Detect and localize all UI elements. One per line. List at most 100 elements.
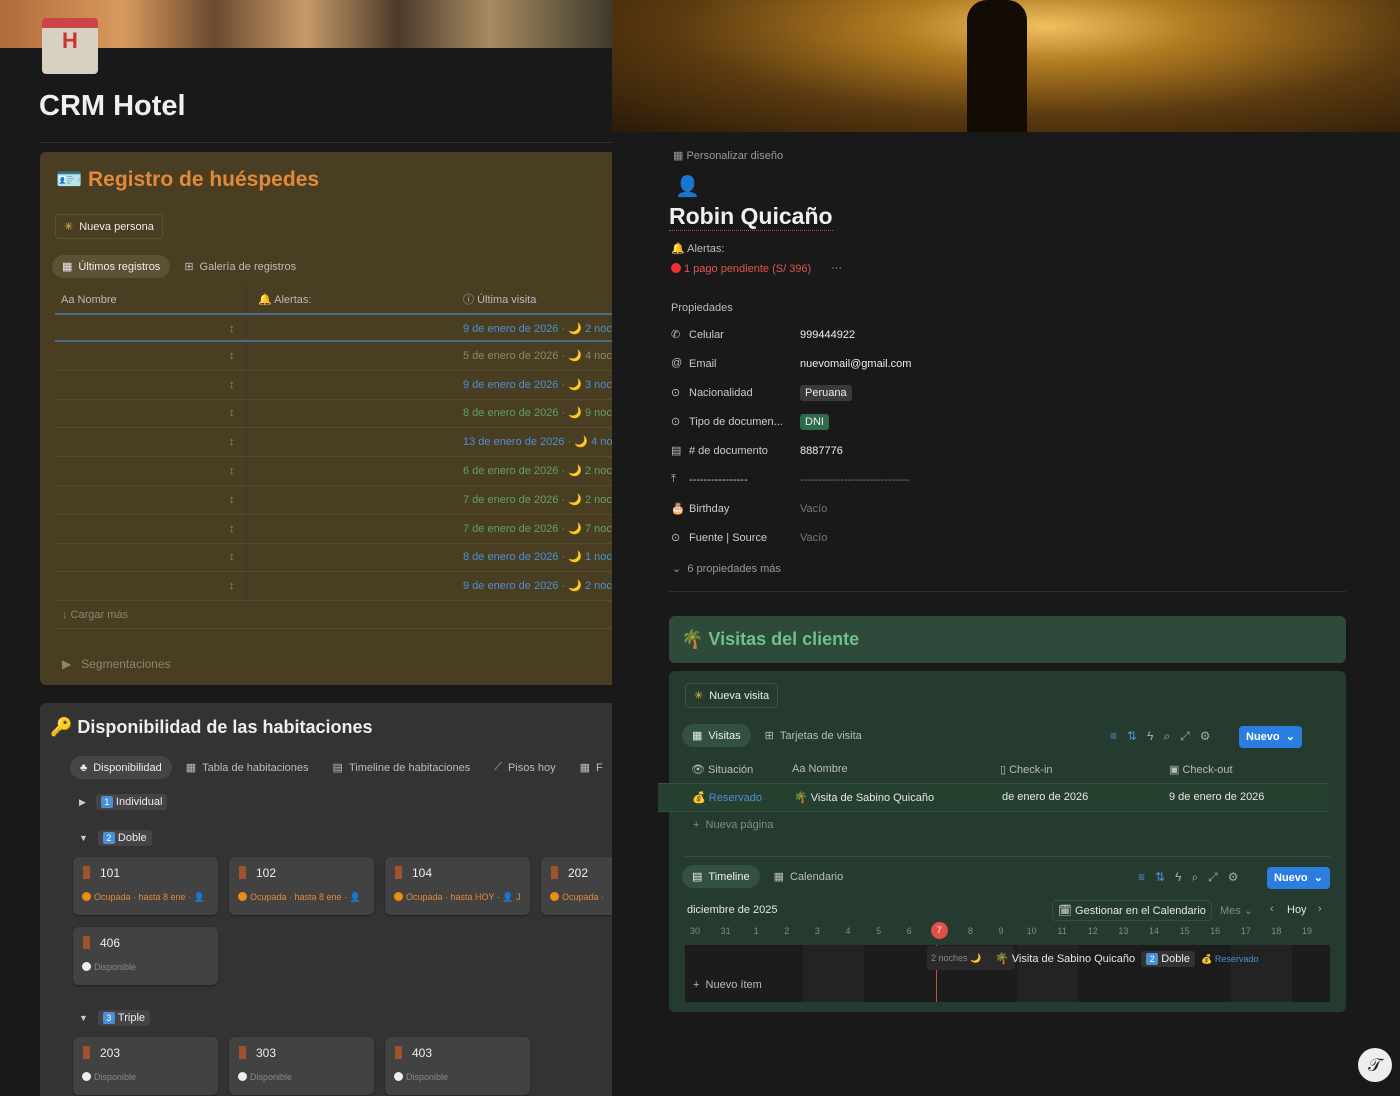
property-value[interactable]: ------------------------------ [800, 474, 910, 486]
alert-value[interactable]: 1 pago pendiente (S/ 396) [671, 263, 811, 275]
drag-handle[interactable]: ↕ [229, 572, 235, 600]
group-triple[interactable]: ▼ 3 Triple [79, 1010, 151, 1026]
checkout-cell[interactable]: 9 de enero de 2026 [1169, 791, 1264, 803]
drag-handle[interactable]: ↕ [229, 399, 235, 427]
property-row[interactable]: ⊙ Nacionalidad Peruana [612, 383, 1012, 405]
col-checkin[interactable]: ▯ Check-in [1000, 763, 1053, 776]
settings-icon[interactable]: ⚙ [1228, 870, 1239, 885]
today-button[interactable]: Hoy [1287, 904, 1307, 916]
checkin-cell[interactable]: de enero de 2026 [1002, 791, 1088, 803]
drag-handle[interactable]: ↕ [229, 371, 235, 399]
filter-icon[interactable]: ≡ [1138, 870, 1145, 885]
property-value[interactable]: 8887776 [800, 445, 843, 457]
table-row[interactable]: 👤 Dyando Gutierrez ↕ 1 pago pendiente (S… [55, 572, 612, 602]
room-card[interactable]: 403 Disponible [385, 1037, 530, 1095]
tab-visitas[interactable]: ▦ Visitas [682, 724, 751, 747]
tab-4[interactable]: ▦ F [570, 756, 612, 779]
segmentaciones-toggle[interactable]: ▶ Segmentaciones [62, 657, 171, 671]
nuevo-button[interactable]: Nuevo ⌄ [1267, 867, 1330, 889]
drag-handle[interactable]: ↕ [229, 342, 235, 370]
tab-1[interactable]: ▦ Tabla de habitaciones [176, 756, 319, 779]
table-row[interactable]: 👤 Robin Quicaño ↕ 1 pago pendiente (S/ 3… [55, 313, 612, 342]
sort-icon[interactable]: ⇅ [1155, 870, 1165, 885]
next-button[interactable]: › [1318, 903, 1322, 915]
tab-2[interactable]: ▤ Timeline de habitaciones [323, 756, 481, 779]
tab-calendario[interactable]: ▦ Calendario [764, 865, 854, 888]
room-card[interactable]: 203 Disponible [73, 1037, 218, 1095]
property-value[interactable]: DNI [800, 414, 829, 430]
manage-calendar-button[interactable]: 🗓 Gestionar en el Calendario [1052, 900, 1212, 921]
more-button[interactable]: ··· [831, 262, 842, 274]
group-individual[interactable]: ▶ 1 Individual [79, 794, 168, 810]
drag-handle[interactable]: ↕ [229, 428, 235, 456]
search-icon[interactable]: ⌕ [1191, 870, 1198, 885]
tab-tarjetas[interactable]: ⊞ Tarjetas de visita [755, 724, 872, 747]
table-row[interactable]: 👤 Jonathan Castro ↕ 1 pago pendiente (S/… [55, 428, 612, 458]
tab-galeria[interactable]: ⊞ Galería de registros [174, 255, 306, 278]
table-row[interactable]: 👤 Pepe Lopez ↕ Sin pendientes 5 de enero… [55, 342, 612, 371]
filter-icon[interactable]: ≡ [1110, 729, 1117, 744]
expand-icon[interactable]: ⤢ [1208, 870, 1218, 885]
property-row[interactable]: ✆ Celular 999444922 [612, 325, 1012, 347]
col-nombre[interactable]: Aa Nombre [792, 763, 848, 775]
room-card[interactable]: 202 Ocupada · [541, 857, 612, 915]
tab-3[interactable]: ⟋ Pisos hoy [484, 756, 565, 779]
table-row[interactable]: 👤 Irma Tamara ↕ En curso 6 de enero de 2… [55, 457, 612, 486]
property-value[interactable]: 999444922 [800, 329, 855, 341]
table-row[interactable]: 👤 Dino ↕ En curso 7 de enero de 2026 · 🌙… [55, 515, 612, 544]
property-row[interactable]: 🎂 Birthday Vacío [612, 499, 1012, 521]
new-page-button[interactable]: + Nueva página [693, 819, 773, 831]
timeline-item[interactable]: 🌴 Visita de Sabino Quicaño 2 Doble 💰 Rese… [995, 951, 1258, 967]
col-situacion[interactable]: 👁 Situación [691, 763, 753, 776]
settings-icon[interactable]: ⚙ [1200, 729, 1211, 744]
drag-handle[interactable]: ↕ [229, 515, 235, 543]
record-title[interactable]: Robin Quicaño [669, 203, 833, 231]
property-row[interactable]: ▤ # de documento 8887776 [612, 441, 1012, 463]
property-row[interactable]: ⊙ Fuente | Source Vacío [612, 528, 1012, 550]
drag-handle[interactable]: ↕ [229, 543, 235, 571]
room-card[interactable]: 102 Ocupada · hasta 8 ene · 👤 [229, 857, 374, 915]
automation-icon[interactable]: ϟ [1147, 729, 1153, 744]
property-row[interactable]: ⊙ Tipo de documen... DNI [612, 412, 1012, 434]
table-row[interactable]: 💰 Reservado 🌴 Visita de Sabino Quicaño d… [658, 783, 1328, 812]
more-properties-toggle[interactable]: ⌄ 6 propiedades más [672, 562, 781, 575]
automation-icon[interactable]: ϟ [1175, 870, 1181, 885]
prev-button[interactable]: ‹ [1270, 903, 1274, 915]
drag-handle[interactable]: ↕ [229, 315, 235, 343]
table-row[interactable]: 👤 Jhogans Huertas ↕ En curso 7 de enero … [55, 486, 612, 515]
new-item-button[interactable]: + Nuevo ítem [693, 979, 762, 991]
col-alertas[interactable]: 🔔 Alertas: [258, 288, 311, 312]
col-ultima-visita[interactable]: ⓘ Última visita [463, 288, 536, 312]
nuevo-button[interactable]: Nuevo ⌄ [1239, 726, 1302, 748]
room-card[interactable]: 104 Ocupada · hasta HOY · 👤 J [385, 857, 530, 915]
tab-timeline[interactable]: ▤ Timeline [682, 865, 760, 888]
room-card[interactable]: 101 Ocupada · hasta 8 ene · 👤 [73, 857, 218, 915]
name-cell[interactable]: 🌴 Visita de Sabino Quicaño [794, 791, 934, 804]
drag-handle[interactable]: ↕ [229, 457, 235, 485]
load-more-button[interactable]: ↓ Cargar más [62, 609, 128, 621]
group-doble[interactable]: ▼ 2 Doble [79, 830, 152, 846]
new-visit-button[interactable]: ✳ Nueva visita [685, 683, 779, 708]
table-row[interactable]: 👤 George Vazquez ↕ 2 pagos pendientes (S… [55, 399, 612, 429]
table-row[interactable]: 👤 Shirley Malpartida ↕ 1 pago pendiente … [55, 371, 612, 400]
customize-layout-button[interactable]: ▦ Personalizar diseño [673, 149, 783, 162]
col-checkout[interactable]: ▣ Check-out [1169, 763, 1233, 776]
room-card[interactable]: 303 Disponible [229, 1037, 374, 1095]
tab-0[interactable]: ♣ Disponibilidad [70, 756, 172, 779]
scale-select[interactable]: Mes ⌄ [1220, 904, 1253, 917]
tab-ultimos-registros[interactable]: ▦ Últimos registros [52, 255, 171, 278]
property-row[interactable]: ⤒ ---------------- -----------------------… [612, 470, 1012, 492]
property-row[interactable]: @ Email nuevomail@gmail.com [612, 354, 1012, 376]
property-value[interactable]: nuevomail@gmail.com [800, 358, 911, 370]
drag-handle[interactable]: ↕ [229, 486, 235, 514]
expand-icon[interactable]: ⤢ [1180, 729, 1190, 744]
property-value[interactable]: Vacío [800, 503, 827, 515]
new-person-button[interactable]: ✳ Nueva persona [55, 214, 163, 239]
property-value[interactable]: Vacío [800, 532, 827, 544]
search-icon[interactable]: ⌕ [1163, 729, 1170, 744]
assistant-avatar[interactable]: 𝒯 [1358, 1048, 1392, 1082]
table-row[interactable]: 👤 Perla Moreno ↕ 1 pago pendiente (S/ 19… [55, 543, 612, 573]
room-card[interactable]: 406 Disponible [73, 927, 218, 985]
sort-icon[interactable]: ⇅ [1127, 729, 1137, 744]
col-nombre[interactable]: Aa Nombre [61, 288, 117, 312]
